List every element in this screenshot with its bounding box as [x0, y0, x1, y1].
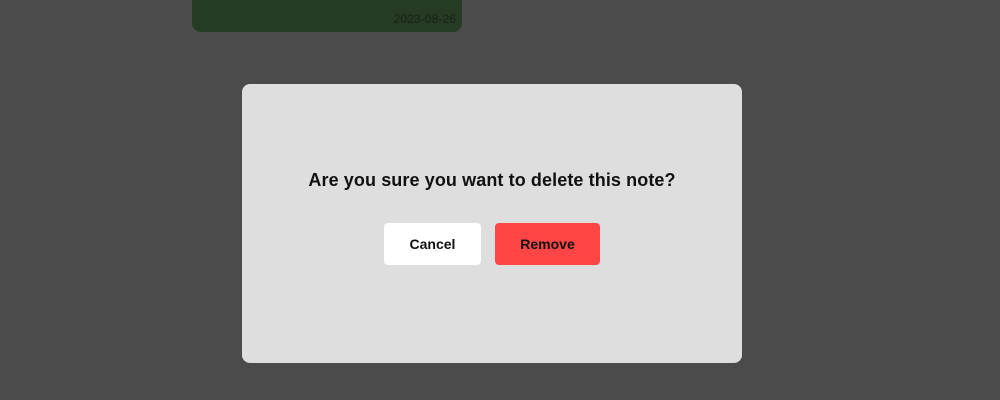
remove-button[interactable]: Remove — [495, 223, 600, 265]
dialog-actions: Cancel Remove — [384, 223, 600, 265]
note-date: 2023-08-26 — [393, 12, 456, 26]
dialog-message: Are you sure you want to delete this not… — [308, 170, 676, 190]
cancel-button[interactable]: Cancel — [384, 223, 481, 265]
note-card: 2023-08-26 — [192, 0, 462, 32]
delete-confirm-dialog: Are you sure you want to delete this not… — [242, 84, 742, 363]
